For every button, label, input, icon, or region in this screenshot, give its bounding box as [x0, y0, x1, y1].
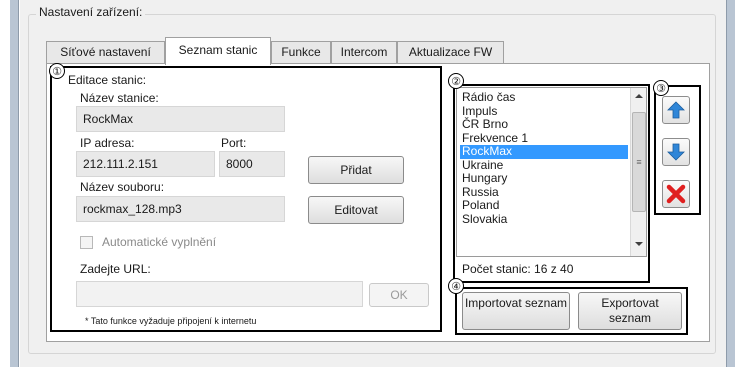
callout-4-marker: ④ — [448, 278, 464, 294]
callout-3-marker: ③ — [653, 80, 669, 96]
tab-station-list[interactable]: Seznam stanic — [165, 37, 271, 65]
station-list-item[interactable]: Russia — [460, 185, 628, 200]
station-editor-title: Editace stanic: — [68, 73, 147, 87]
scroll-up-icon[interactable] — [635, 94, 643, 98]
station-list-item[interactable]: Hungary — [460, 171, 628, 186]
station-list-scrollbar[interactable]: ≡ — [630, 88, 646, 256]
import-list-button[interactable]: Importovat seznam — [462, 292, 570, 330]
arrow-down-icon — [667, 143, 685, 161]
tab-fw-update[interactable]: Aktualizace FW — [397, 41, 504, 63]
station-list-item[interactable]: RockMax — [460, 144, 628, 159]
tab-functions[interactable]: Funkce — [271, 41, 331, 63]
station-list-item[interactable]: ČR Brno — [460, 117, 628, 132]
station-count: Počet stanic: 16 z 40 — [462, 262, 574, 276]
callout-station-editor — [50, 66, 442, 332]
station-list-item[interactable]: Slovakia — [460, 212, 628, 227]
station-list-item[interactable]: Frekvence 1 — [460, 131, 628, 146]
delete-x-icon — [666, 184, 686, 204]
arrow-up-icon — [667, 101, 685, 119]
export-list-button[interactable]: Exportovat seznam — [578, 292, 682, 330]
station-list-item[interactable]: Rádio čas — [460, 90, 628, 105]
delete-station-button[interactable] — [662, 180, 690, 208]
scroll-thumb[interactable]: ≡ — [632, 112, 646, 212]
station-list-item[interactable]: Impuls — [460, 104, 628, 119]
scroll-down-icon[interactable] — [635, 242, 643, 246]
tab-network-settings[interactable]: Síťové nastavení — [46, 41, 165, 63]
station-list-item[interactable]: Ukraine — [460, 158, 628, 173]
callout-2-marker: ② — [448, 73, 464, 89]
move-down-button[interactable] — [662, 138, 690, 166]
move-up-button[interactable] — [662, 96, 690, 124]
window-frame-left — [10, 0, 19, 367]
device-settings-title: Nastavení zařízení: — [36, 5, 146, 19]
station-list-item[interactable]: Poland — [460, 198, 628, 213]
tab-intercom[interactable]: Intercom — [331, 41, 397, 63]
callout-1-marker: ① — [49, 63, 65, 79]
station-list-items: Rádio čas Impuls ČR Brno Frekvence 1 RockMax… — [460, 90, 628, 227]
station-listbox[interactable]: Rádio čas Impuls ČR Brno Frekvence 1 RockMax… — [456, 87, 647, 257]
window-frame-right — [726, 0, 735, 367]
